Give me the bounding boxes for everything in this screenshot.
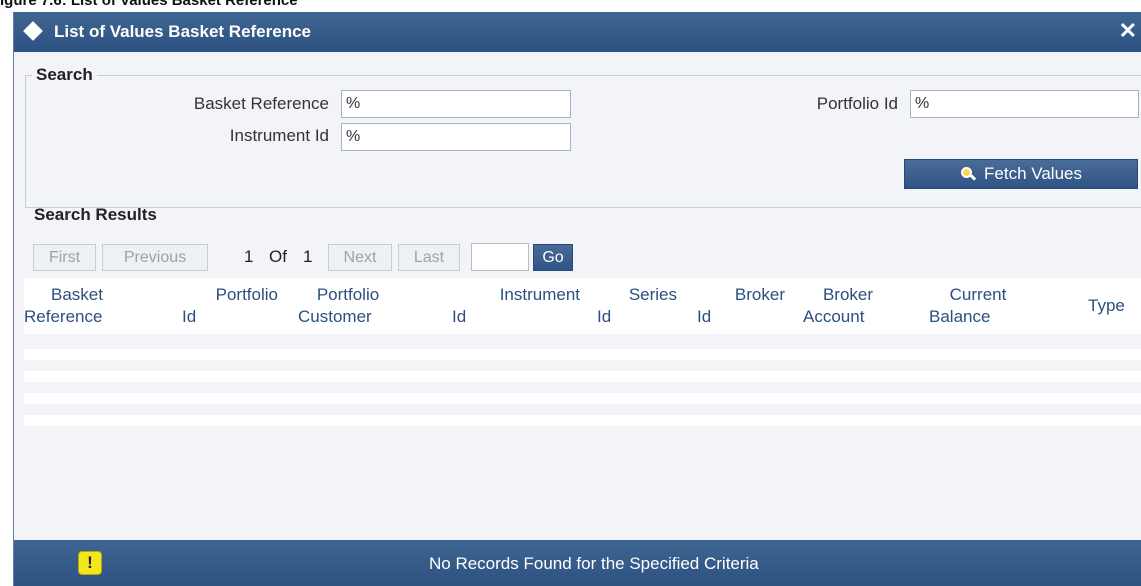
instrument-id-input[interactable] [341, 123, 571, 151]
table-row[interactable] [24, 371, 1141, 382]
lov-dialog: List of Values Basket Reference ✕ Search… [13, 12, 1141, 586]
col-instrument-id[interactable]: Instrument Id [452, 284, 580, 328]
dialog-title: List of Values Basket Reference [54, 22, 312, 41]
table-row[interactable] [24, 338, 1141, 349]
col-portfolio-customer[interactable]: Portfolio Customer [298, 284, 398, 328]
col-series-id[interactable]: Series Id [597, 284, 677, 328]
col-portfolio-id[interactable]: Portfolio Id [182, 284, 278, 328]
fetch-values-button[interactable]: Fetch Values [904, 159, 1138, 189]
results-grid-body [24, 338, 1141, 538]
last-page-button[interactable]: Last [398, 244, 460, 271]
status-bar: ! No Records Found for the Specified Cri… [14, 540, 1141, 586]
portfolio-id-label: Portfolio Id [816, 94, 898, 113]
col-current-balance[interactable]: Current Balance [929, 284, 1027, 328]
total-pages: 1 [303, 247, 313, 266]
warning-icon: ! [78, 551, 102, 575]
close-button[interactable]: ✕ [1119, 18, 1137, 44]
status-message: No Records Found for the Specified Crite… [429, 554, 759, 573]
go-button[interactable]: Go [533, 244, 573, 271]
current-page: 1 [244, 247, 254, 266]
dialog-titlebar: List of Values Basket Reference ✕ [14, 12, 1141, 52]
table-row[interactable] [24, 415, 1141, 426]
table-row[interactable] [24, 360, 1141, 371]
col-basket-reference[interactable]: Basket Reference [24, 284, 130, 328]
instrument-id-label: Instrument Id [229, 126, 329, 145]
fetch-values-label: Fetch Values [984, 164, 1082, 183]
search-results-heading: Search Results [34, 205, 157, 224]
previous-page-button[interactable]: Previous [102, 244, 208, 271]
table-row[interactable] [24, 349, 1141, 360]
basket-reference-label: Basket Reference [193, 94, 329, 113]
search-legend: Search [32, 65, 97, 85]
first-page-button[interactable]: First [33, 244, 96, 271]
of-label: Of [269, 247, 287, 266]
basket-reference-input[interactable] [341, 90, 571, 118]
table-row[interactable] [24, 382, 1141, 393]
diamond-icon [23, 21, 43, 41]
page-number-input[interactable] [471, 243, 529, 271]
table-row[interactable] [24, 404, 1141, 415]
table-row[interactable] [24, 393, 1141, 404]
portfolio-id-input[interactable] [910, 90, 1139, 118]
col-broker-account[interactable]: Broker Account [803, 284, 893, 328]
table-row[interactable] [24, 426, 1141, 538]
figure-caption: igure 7.6: List of Values Basket Referen… [0, 0, 298, 9]
search-icon [960, 166, 977, 182]
col-broker-id[interactable]: Broker Id [697, 284, 785, 328]
next-page-button[interactable]: Next [328, 244, 392, 271]
results-grid-header: Basket Reference Portfolio Id Portfolio … [24, 278, 1141, 334]
col-type[interactable]: Type [1088, 295, 1140, 317]
